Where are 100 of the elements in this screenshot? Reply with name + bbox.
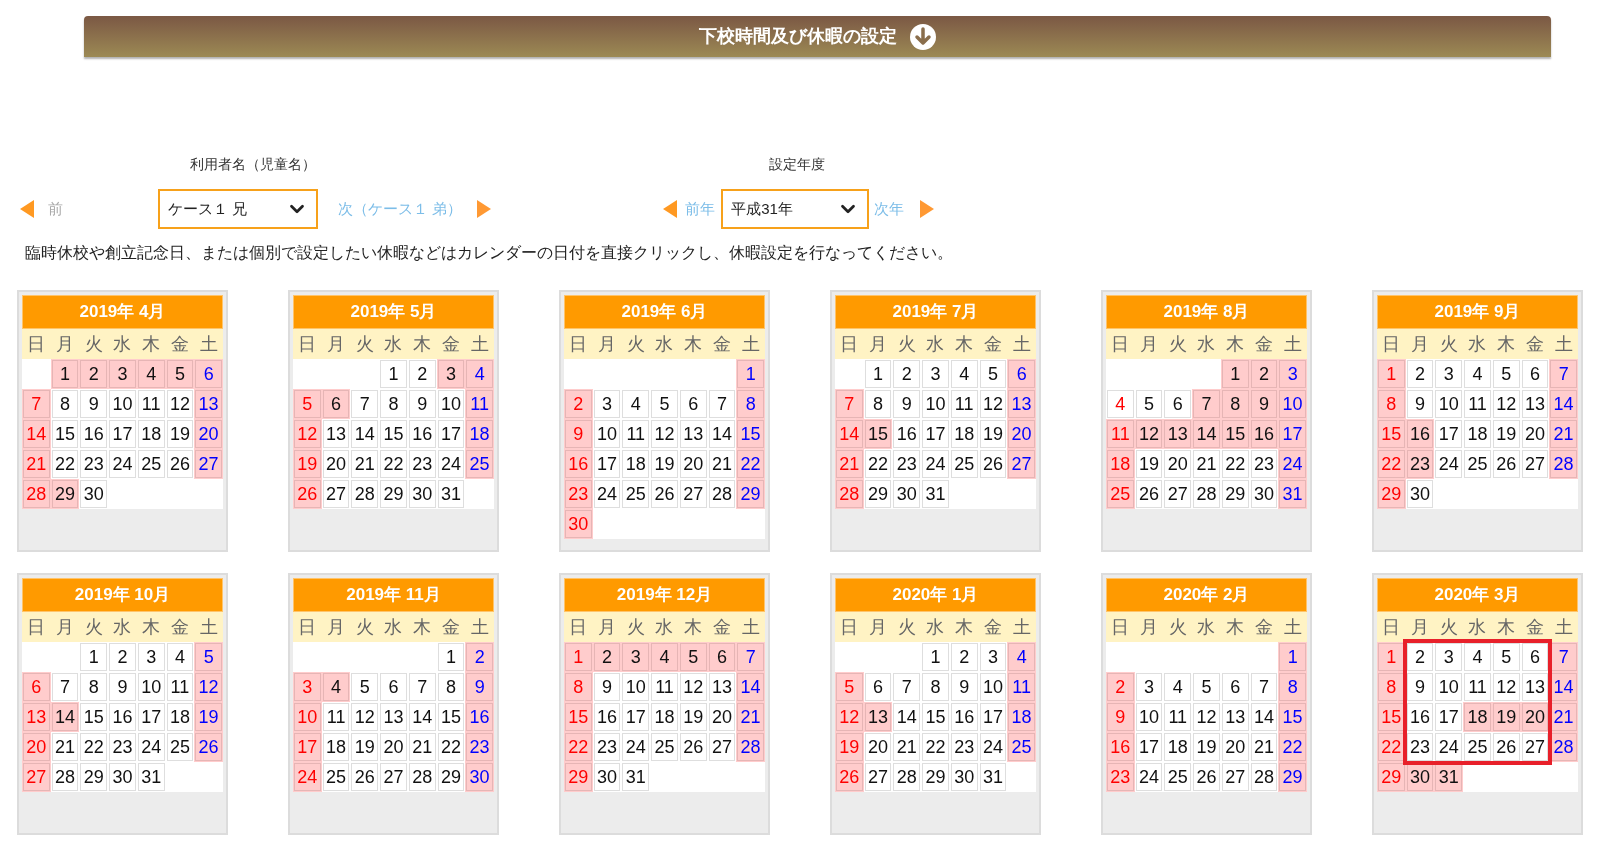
day-cell[interactable]: 9 xyxy=(593,673,621,701)
day-cell[interactable]: 6 xyxy=(1521,643,1549,671)
day-cell[interactable]: 17 xyxy=(109,420,136,448)
day-cell[interactable]: 15 xyxy=(51,420,79,448)
day-cell[interactable]: 14 xyxy=(708,420,736,448)
day-cell[interactable]: 22 xyxy=(51,450,79,478)
day-cell[interactable]: 5 xyxy=(1492,360,1520,388)
day-cell[interactable]: 20 xyxy=(1164,450,1192,478)
day-cell[interactable]: 7 xyxy=(51,673,79,701)
day-cell[interactable]: 17 xyxy=(437,420,465,448)
day-cell[interactable]: 2 xyxy=(109,643,136,671)
day-cell[interactable]: 7 xyxy=(737,643,764,671)
day-cell[interactable]: 11 xyxy=(1008,673,1035,701)
day-cell[interactable]: 30 xyxy=(593,763,621,791)
day-cell[interactable]: 6 xyxy=(380,673,407,701)
day-cell[interactable]: 5 xyxy=(195,643,222,671)
day-cell[interactable]: 10 xyxy=(437,390,465,418)
day-cell[interactable]: 13 xyxy=(1521,673,1549,701)
day-cell[interactable]: 24 xyxy=(1135,763,1163,791)
day-cell[interactable]: 24 xyxy=(622,733,650,761)
day-cell[interactable]: 22 xyxy=(922,733,949,761)
day-cell[interactable]: 14 xyxy=(51,703,79,731)
day-cell[interactable]: 25 xyxy=(1008,733,1035,761)
day-cell[interactable]: 5 xyxy=(1492,643,1520,671)
day-cell[interactable]: 2 xyxy=(408,360,436,388)
day-cell[interactable]: 12 xyxy=(1135,420,1163,448)
day-cell[interactable]: 2 xyxy=(466,643,493,671)
day-cell[interactable]: 15 xyxy=(864,420,892,448)
day-cell[interactable]: 19 xyxy=(1492,420,1520,448)
day-cell[interactable]: 20 xyxy=(864,733,892,761)
day-cell[interactable]: 14 xyxy=(408,703,436,731)
day-cell[interactable]: 6 xyxy=(708,643,736,671)
day-cell[interactable]: 28 xyxy=(708,480,736,508)
day-cell[interactable]: 30 xyxy=(893,480,921,508)
day-cell[interactable]: 1 xyxy=(51,360,79,388)
day-cell[interactable]: 15 xyxy=(80,703,108,731)
day-cell[interactable]: 12 xyxy=(1492,390,1520,418)
day-cell[interactable]: 29 xyxy=(380,480,407,508)
day-cell[interactable]: 11 xyxy=(137,390,165,418)
day-cell[interactable]: 13 xyxy=(322,420,350,448)
day-cell[interactable]: 11 xyxy=(651,673,678,701)
day-cell[interactable]: 4 xyxy=(950,360,978,388)
day-cell[interactable]: 28 xyxy=(1550,733,1577,761)
day-cell[interactable]: 26 xyxy=(979,450,1007,478)
day-cell[interactable]: 27 xyxy=(380,763,407,791)
day-cell[interactable]: 14 xyxy=(1250,703,1278,731)
day-cell[interactable]: 14 xyxy=(351,420,379,448)
day-cell[interactable]: 7 xyxy=(893,673,921,701)
day-cell[interactable]: 14 xyxy=(1550,390,1577,418)
day-cell[interactable]: 26 xyxy=(651,480,678,508)
day-cell[interactable]: 21 xyxy=(408,733,436,761)
day-cell[interactable]: 18 xyxy=(950,420,978,448)
day-cell[interactable]: 1 xyxy=(380,360,407,388)
right-triangle-icon[interactable] xyxy=(477,200,492,218)
day-cell[interactable]: 15 xyxy=(922,703,949,731)
day-cell[interactable]: 16 xyxy=(109,703,136,731)
day-cell[interactable]: 16 xyxy=(1406,420,1434,448)
day-cell[interactable]: 28 xyxy=(408,763,436,791)
day-cell[interactable]: 12 xyxy=(351,703,379,731)
day-cell[interactable]: 20 xyxy=(380,733,407,761)
day-cell[interactable]: 2 xyxy=(593,643,621,671)
day-cell[interactable]: 20 xyxy=(708,703,736,731)
day-cell[interactable]: 27 xyxy=(1164,480,1192,508)
day-cell[interactable]: 26 xyxy=(1492,450,1520,478)
day-cell[interactable]: 23 xyxy=(893,450,921,478)
day-cell[interactable]: 9 xyxy=(466,673,493,701)
day-cell[interactable]: 4 xyxy=(1008,643,1035,671)
day-cell[interactable]: 18 xyxy=(1464,703,1491,731)
day-cell[interactable]: 27 xyxy=(322,480,350,508)
day-cell[interactable]: 19 xyxy=(1492,703,1520,731)
day-cell[interactable]: 13 xyxy=(679,420,707,448)
day-cell[interactable]: 19 xyxy=(195,703,222,731)
day-cell[interactable]: 26 xyxy=(166,450,194,478)
day-cell[interactable]: 1 xyxy=(737,360,764,388)
day-cell[interactable]: 4 xyxy=(1464,360,1491,388)
day-cell[interactable]: 3 xyxy=(979,643,1007,671)
day-cell[interactable]: 25 xyxy=(1164,763,1192,791)
day-cell[interactable]: 30 xyxy=(1406,480,1434,508)
day-cell[interactable]: 12 xyxy=(1193,703,1220,731)
day-cell[interactable]: 13 xyxy=(708,673,736,701)
day-cell[interactable]: 14 xyxy=(737,673,764,701)
day-cell[interactable]: 21 xyxy=(737,703,764,731)
day-cell[interactable]: 6 xyxy=(1008,360,1035,388)
day-cell[interactable]: 25 xyxy=(137,450,165,478)
day-cell[interactable]: 16 xyxy=(1406,703,1434,731)
day-cell[interactable]: 24 xyxy=(1435,450,1463,478)
day-cell[interactable]: 11 xyxy=(950,390,978,418)
day-cell[interactable]: 17 xyxy=(622,703,650,731)
day-cell[interactable]: 27 xyxy=(864,763,892,791)
day-cell[interactable]: 13 xyxy=(1221,703,1249,731)
day-cell[interactable]: 12 xyxy=(166,390,194,418)
day-cell[interactable]: 9 xyxy=(109,673,136,701)
day-cell[interactable]: 17 xyxy=(593,450,621,478)
day-cell[interactable]: 22 xyxy=(737,450,764,478)
day-cell[interactable]: 8 xyxy=(80,673,108,701)
day-cell[interactable]: 12 xyxy=(195,673,222,701)
day-cell[interactable]: 11 xyxy=(466,390,493,418)
day-cell[interactable]: 3 xyxy=(622,643,650,671)
user-select[interactable]: ケース１ 兄 xyxy=(158,189,318,229)
day-cell[interactable]: 14 xyxy=(1550,673,1577,701)
